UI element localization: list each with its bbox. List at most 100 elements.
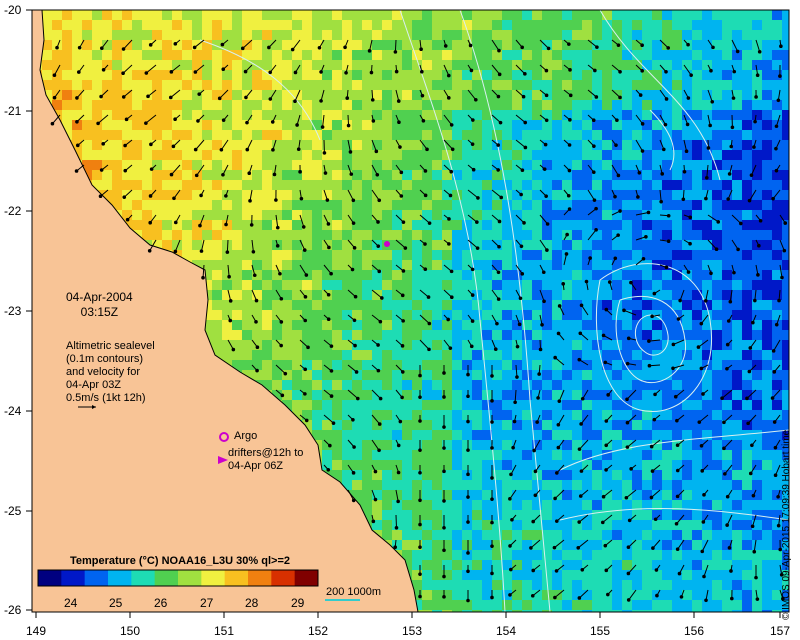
sst-cell bbox=[162, 130, 172, 140]
sst-cell bbox=[392, 430, 402, 440]
sst-cell bbox=[342, 230, 352, 240]
sst-cell bbox=[92, 10, 102, 20]
velocity-arrowhead bbox=[752, 145, 756, 149]
sst-cell bbox=[342, 370, 352, 380]
sst-cell bbox=[562, 580, 572, 590]
sst-cell bbox=[542, 230, 552, 240]
sst-cell bbox=[432, 450, 442, 460]
sst-cell bbox=[672, 370, 682, 380]
sst-cell bbox=[192, 20, 202, 30]
sst-cell bbox=[372, 10, 382, 20]
sst-cell bbox=[482, 320, 492, 330]
sst-cell bbox=[352, 100, 362, 110]
velocity-arrowhead bbox=[169, 172, 174, 177]
sst-cell bbox=[172, 10, 182, 20]
sst-cell bbox=[612, 130, 622, 140]
velocity-arrowhead bbox=[397, 120, 401, 125]
sst-cell bbox=[522, 240, 532, 250]
sst-cell bbox=[752, 410, 762, 420]
sst-cell bbox=[602, 240, 612, 250]
sst-cell bbox=[632, 580, 642, 590]
sst-cell bbox=[452, 550, 462, 560]
sst-cell bbox=[552, 80, 562, 90]
velocity-arrowhead bbox=[322, 151, 327, 155]
sst-cell bbox=[362, 250, 372, 260]
sst-cell bbox=[602, 430, 612, 440]
sst-cell bbox=[642, 220, 652, 230]
sst-cell bbox=[432, 80, 442, 90]
sst-cell bbox=[502, 110, 512, 120]
sst-cell bbox=[242, 30, 252, 40]
sst-cell bbox=[312, 350, 322, 360]
sst-cell bbox=[632, 220, 642, 230]
sst-cell bbox=[502, 340, 512, 350]
sst-cell bbox=[362, 500, 372, 510]
sst-cell bbox=[322, 300, 332, 310]
sst-cell bbox=[522, 290, 532, 300]
sst-cell bbox=[432, 550, 442, 560]
velocity-arrowhead bbox=[221, 67, 226, 71]
sst-cell bbox=[442, 250, 452, 260]
sst-cell bbox=[362, 420, 372, 430]
sst-cell bbox=[682, 200, 692, 210]
sst-cell bbox=[682, 480, 692, 490]
sst-cell bbox=[622, 410, 632, 420]
sst-cell bbox=[132, 190, 142, 200]
sst-cell bbox=[402, 400, 412, 410]
sst-cell bbox=[272, 230, 282, 240]
sst-cell bbox=[622, 90, 632, 100]
velocity-arrowhead bbox=[729, 144, 734, 149]
sst-cell bbox=[562, 600, 572, 610]
sst-cell bbox=[112, 170, 122, 180]
sst-cell bbox=[332, 280, 342, 290]
sst-cell bbox=[332, 390, 342, 400]
sst-cell bbox=[662, 410, 672, 420]
sst-cell bbox=[362, 60, 372, 70]
sst-cell bbox=[312, 380, 322, 390]
sst-cell bbox=[402, 490, 412, 500]
velocity-arrowhead bbox=[74, 169, 79, 173]
sst-cell bbox=[642, 50, 652, 60]
sst-cell bbox=[432, 380, 442, 390]
sst-cell bbox=[662, 190, 672, 200]
sst-cell bbox=[772, 250, 782, 260]
sst-cell bbox=[502, 450, 512, 460]
sst-cell bbox=[582, 360, 592, 370]
sst-cell bbox=[452, 220, 462, 230]
sst-cell bbox=[392, 470, 402, 480]
sst-cell bbox=[472, 440, 482, 450]
velocity-arrowhead bbox=[520, 168, 525, 172]
velocity-arrowhead bbox=[735, 49, 740, 54]
sst-cell bbox=[192, 80, 202, 90]
sst-cell bbox=[332, 270, 342, 280]
velocity-arrowhead bbox=[121, 47, 126, 51]
sst-cell bbox=[712, 310, 722, 320]
sst-cell bbox=[482, 30, 492, 40]
sst-cell bbox=[652, 230, 662, 240]
sst-cell bbox=[722, 160, 732, 170]
sst-cell bbox=[522, 260, 532, 270]
sst-cell bbox=[432, 50, 442, 60]
sst-cell bbox=[352, 380, 362, 390]
sst-cell bbox=[372, 450, 382, 460]
velocity-arrowhead bbox=[664, 97, 669, 101]
sst-cell bbox=[332, 30, 342, 40]
sst-cell bbox=[712, 360, 722, 370]
sst-cell bbox=[552, 220, 562, 230]
sst-cell bbox=[722, 330, 732, 340]
sst-cell bbox=[662, 560, 672, 570]
sst-cell bbox=[662, 270, 672, 280]
sst-cell bbox=[462, 350, 472, 360]
sst-cell bbox=[282, 330, 292, 340]
sst-cell bbox=[562, 470, 572, 480]
sst-cell bbox=[652, 130, 662, 140]
sst-cell bbox=[422, 530, 432, 540]
sst-cell bbox=[682, 50, 692, 60]
sst-cell bbox=[312, 170, 322, 180]
sst-cell bbox=[692, 100, 702, 110]
sst-cell bbox=[332, 370, 342, 380]
sst-cell bbox=[422, 180, 432, 190]
sst-cell bbox=[242, 340, 252, 350]
sst-cell bbox=[772, 290, 782, 300]
sst-cell bbox=[242, 110, 252, 120]
